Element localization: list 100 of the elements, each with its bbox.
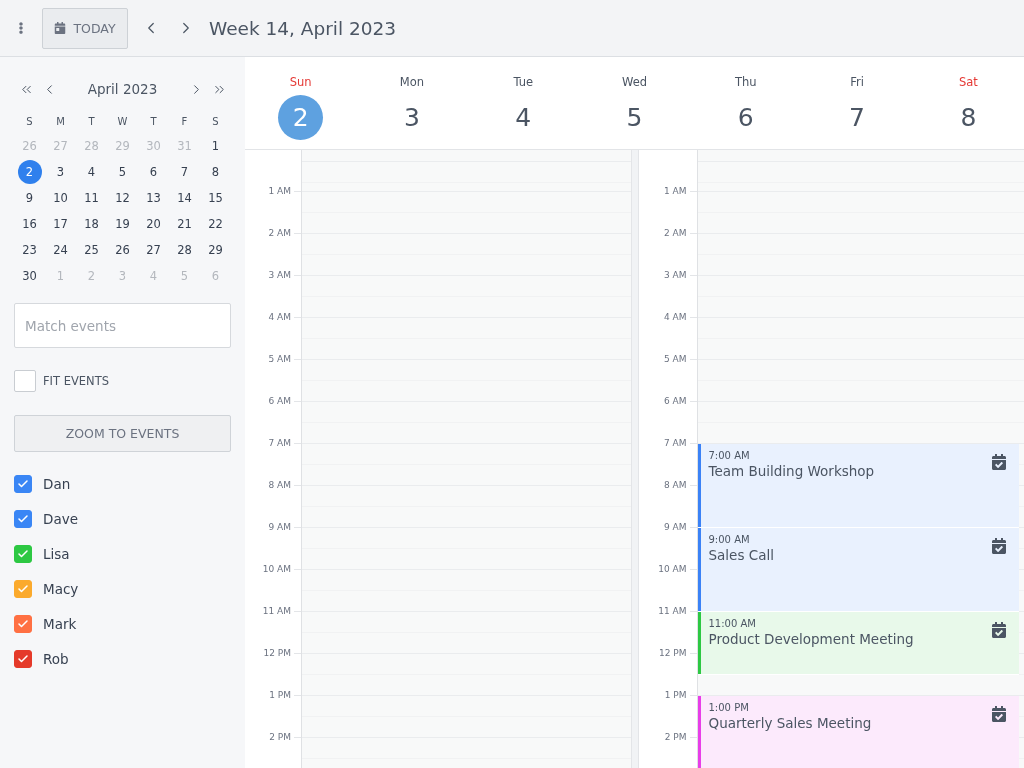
resource-name: Rob (43, 650, 69, 667)
checkbox[interactable] (14, 544, 32, 563)
resource-name: Macy (43, 580, 79, 597)
event-card[interactable]: 9:00 AM Sales Call (697, 528, 1019, 612)
calendar-day[interactable]: 28 (172, 238, 197, 262)
calendar-day[interactable]: 16 (17, 212, 42, 236)
calendar-icon (54, 22, 67, 34)
checkbox[interactable] (14, 474, 32, 493)
calendar-day[interactable]: 23 (17, 238, 42, 262)
check-icon (17, 477, 29, 490)
calendar-day[interactable]: 26 (110, 238, 135, 262)
hour-label: 11 AM (262, 606, 291, 616)
calendar-day[interactable]: 17 (48, 212, 73, 236)
day-name: Mon (399, 74, 425, 90)
day-number[interactable]: 5 (612, 95, 657, 140)
calendar-day[interactable]: 30 (17, 264, 42, 288)
hour-label: 1 PM (269, 690, 291, 700)
checkbox[interactable] (14, 649, 32, 668)
checkbox[interactable] (14, 579, 32, 598)
hour-label: 2 PM (269, 732, 291, 742)
calendar-day[interactable]: 1 (203, 134, 228, 158)
weekday-label: T (150, 116, 157, 127)
pane-splitter[interactable] (630, 150, 639, 768)
checkbox[interactable] (14, 370, 36, 392)
calendar-day[interactable]: 3 (48, 160, 73, 184)
hour-label: 8 AM (664, 480, 687, 490)
day-number[interactable]: 6 (723, 95, 769, 140)
calendar-day[interactable]: 6 (141, 160, 166, 184)
event-card[interactable]: 7:00 AM Team Building Workshop (697, 444, 1019, 528)
hour-label: 2 PM (664, 732, 687, 742)
calendar-day[interactable]: 10 (48, 186, 73, 210)
calendar-day[interactable]: 29 (203, 238, 228, 262)
hour-label: 8 AM (268, 480, 291, 490)
hour-label: 1 AM (664, 186, 687, 196)
hour-label: 10 AM (658, 564, 687, 574)
calendar-day[interactable]: 24 (48, 238, 73, 262)
calendar-day[interactable]: 20 (141, 212, 166, 236)
calendar-day[interactable]: 22 (203, 212, 228, 236)
calendar-check-icon (992, 706, 1006, 722)
day-number[interactable]: 3 (389, 95, 435, 140)
hour-label: 10 AM (262, 564, 291, 574)
calendar-day[interactable]: 5 (110, 160, 135, 184)
event-title: Team Building Workshop (708, 462, 876, 480)
hour-label: 3 AM (664, 270, 687, 280)
calendar-day[interactable]: 2 (17, 160, 42, 184)
check-icon (17, 547, 29, 560)
calendar-day[interactable]: 21 (172, 212, 197, 236)
calendar-day[interactable]: 19 (110, 212, 135, 236)
calendar-day[interactable]: 9 (17, 186, 42, 210)
calendar-day[interactable]: 7 (172, 160, 197, 184)
hour-label: 9 AM (664, 522, 687, 532)
calendar-day[interactable]: 25 (79, 238, 104, 262)
event-time: 9:00 AM (708, 533, 751, 546)
weekday-label: M (56, 116, 65, 127)
zoom-to-events-button[interactable]: ZOOM TO EVENTS (14, 415, 231, 452)
event-title: Product Development Meeting (708, 630, 915, 648)
resource-name: Dan (43, 475, 71, 492)
event-time: 11:00 AM (708, 617, 757, 630)
hour-label: 12 PM (659, 648, 687, 658)
hour-label: 1 PM (664, 690, 687, 700)
day-number[interactable]: 7 (834, 95, 880, 140)
hour-label: 7 AM (268, 438, 291, 448)
day-name: Sun (289, 74, 312, 90)
event-time: 7:00 AM (708, 449, 751, 462)
weekday-label: S (212, 116, 219, 127)
event-card[interactable]: 1:00 PM Quarterly Sales Meeting (697, 696, 1019, 768)
calendar-day[interactable]: 15 (203, 186, 228, 210)
search-field[interactable]: Match events (14, 303, 231, 348)
check-icon (17, 652, 29, 665)
calendar-day[interactable]: 14 (172, 186, 197, 210)
calendar-check-icon (992, 538, 1006, 554)
calendar-day[interactable]: 13 (141, 186, 166, 210)
calendar-day[interactable]: 18 (79, 212, 104, 236)
checkbox[interactable] (14, 614, 32, 633)
week-title: Week 14, April 2023 (209, 17, 397, 39)
calendar-check-icon (992, 454, 1006, 470)
calendar-day[interactable]: 27 (141, 238, 166, 262)
calendar-day[interactable]: 8 (203, 160, 228, 184)
hour-label: 4 AM (268, 312, 291, 322)
hour-label: 9 AM (268, 522, 291, 532)
day-number[interactable]: 4 (500, 95, 546, 140)
check-icon (17, 582, 29, 595)
resource-name: Dave (43, 510, 78, 527)
day-name: Thu (734, 74, 757, 90)
event-title: Quarterly Sales Meeting (708, 714, 873, 732)
day-number[interactable]: 8 (945, 95, 991, 140)
calendar-day[interactable]: 11 (79, 186, 104, 210)
calendar-day[interactable]: 12 (110, 186, 135, 210)
calendar-check-icon (992, 622, 1006, 638)
month-title: April 2023 (86, 81, 159, 97)
today-button[interactable]: TODAY (42, 7, 128, 49)
day-name: Tue (513, 74, 534, 90)
checkbox[interactable] (14, 509, 32, 528)
hour-label: 12 PM (263, 648, 291, 658)
resource-name: Mark (43, 615, 77, 632)
hour-label: 1 AM (268, 186, 291, 196)
weekday-label: S (26, 116, 33, 127)
event-card[interactable]: 11:00 AM Product Development Meeting (697, 612, 1019, 675)
hour-label: 5 AM (664, 354, 687, 364)
calendar-day[interactable]: 4 (79, 160, 104, 184)
